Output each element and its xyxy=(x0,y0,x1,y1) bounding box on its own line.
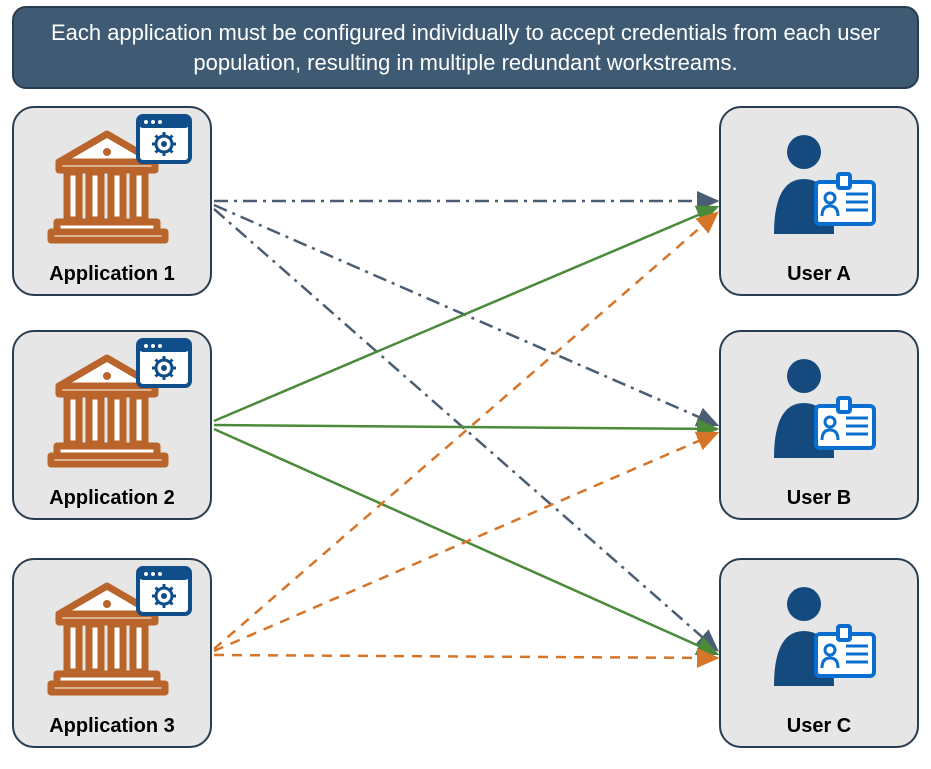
user-b-icon-wrap xyxy=(721,332,917,483)
banner-text: Each application must be configured indi… xyxy=(51,20,880,75)
user-a-label: User A xyxy=(787,263,851,286)
application-3-label: Application 3 xyxy=(49,715,175,738)
line-app3-userC xyxy=(214,655,717,658)
user-c-icon-wrap xyxy=(721,560,917,711)
user-badge-icon xyxy=(754,348,884,468)
user-c-label: User C xyxy=(787,715,851,738)
user-b-label: User B xyxy=(787,487,851,510)
line-app1-userB xyxy=(214,205,717,425)
application-3-box: Application 3 xyxy=(12,558,212,748)
user-a-box: User A xyxy=(719,106,919,296)
application-2-box: Application 2 xyxy=(12,330,212,520)
application-1-label: Application 1 xyxy=(49,263,175,286)
line-app1-userC xyxy=(214,209,717,650)
banner: Each application must be configured indi… xyxy=(12,6,919,89)
user-b-box: User B xyxy=(719,330,919,520)
line-app3-userB xyxy=(214,433,717,651)
gear-window-icon xyxy=(136,566,192,616)
user-badge-icon xyxy=(754,576,884,696)
user-a-icon-wrap xyxy=(721,108,917,259)
line-app3-userA xyxy=(214,213,717,649)
gear-window-icon xyxy=(136,338,192,388)
line-app2-userC xyxy=(214,429,717,654)
application-1-box: Application 1 xyxy=(12,106,212,296)
user-badge-icon xyxy=(754,124,884,244)
application-1-icon-wrap xyxy=(14,108,210,259)
application-2-icon-wrap xyxy=(14,332,210,483)
user-c-box: User C xyxy=(719,558,919,748)
line-app2-userB xyxy=(214,425,717,429)
application-3-icon-wrap xyxy=(14,560,210,711)
gear-window-icon xyxy=(136,114,192,164)
application-2-label: Application 2 xyxy=(49,487,175,510)
line-app2-userA xyxy=(214,207,717,421)
